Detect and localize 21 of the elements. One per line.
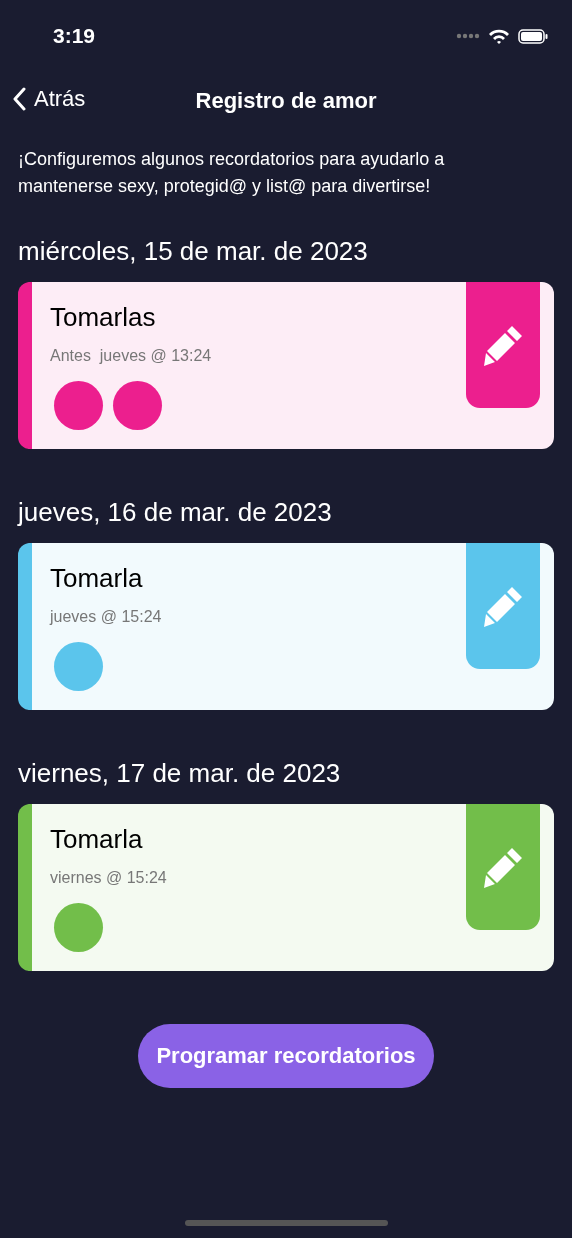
signal-icon — [456, 33, 480, 39]
intro-text: ¡Configuremos algunos recordatorios para ayudarlo a mantenerse sexy, protegid@ y list@ para divertirse! — [18, 148, 446, 198]
schedule-button[interactable]: Programar recordatorios — [138, 1024, 434, 1088]
reminder-time: Antes jueves @ 13:24 — [50, 347, 212, 365]
edit-button[interactable] — [466, 543, 540, 669]
date-heading: jueves, 16 de mar. de 2023 — [16, 497, 333, 529]
screen-title: Registro de amor — [195, 88, 377, 114]
wifi-icon — [488, 28, 510, 44]
edit-button[interactable] — [466, 282, 540, 408]
edit-button[interactable] — [466, 804, 540, 930]
status-time: 3:19 — [53, 24, 96, 48]
date-heading: miércoles, 15 de mar. de 2023 — [17, 236, 369, 268]
back-button[interactable]: Atrás — [12, 86, 86, 112]
reminder-title: Tomarla — [50, 563, 144, 594]
battery-icon — [518, 28, 548, 44]
date-heading: viernes, 17 de mar. de 2023 — [17, 758, 342, 790]
chevron-left-icon — [12, 87, 26, 111]
reminder-title: Tomarlas — [50, 302, 157, 333]
reminder-time: jueves @ 15:24 — [50, 608, 162, 626]
reminder-time: viernes @ 15:24 — [50, 869, 167, 887]
reminder-title: Tomarla — [50, 824, 144, 855]
